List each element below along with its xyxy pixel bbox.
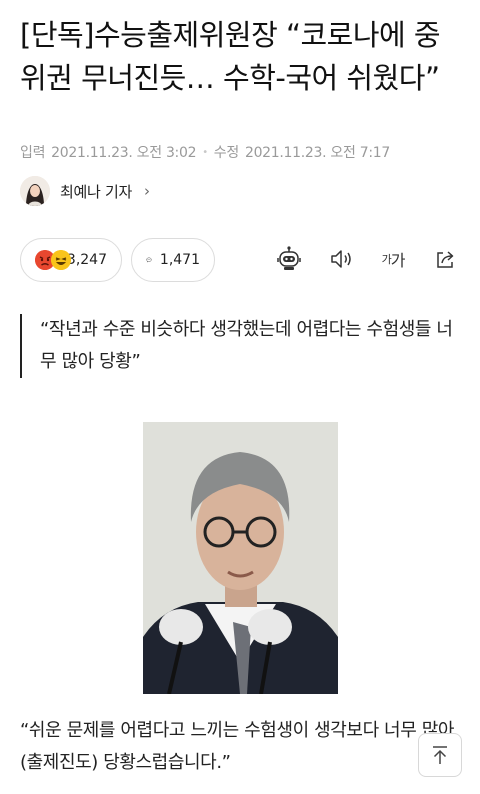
scroll-to-top-button[interactable] (418, 733, 462, 777)
reporter-avatar (20, 176, 50, 206)
chevron-right-icon: › (143, 182, 150, 200)
comment-icon (146, 257, 152, 263)
reporter-name: 최예나 기자 (60, 182, 132, 201)
font-size-large-label: 가 (390, 251, 406, 270)
listen-button[interactable] (326, 244, 356, 274)
reaction-button[interactable]: 3,247 (20, 238, 122, 282)
article-toolbar: 가가 (274, 244, 460, 274)
article-meta: 입력 2021.11.23. 오전 3:02 • 수정 2021.11.23. … (20, 142, 390, 162)
comment-count: 1,471 (159, 252, 200, 268)
article-photo (143, 422, 338, 694)
reaction-count: 3,247 (66, 252, 107, 268)
font-size-small-label: 가 (381, 253, 392, 266)
robot-icon (277, 246, 301, 270)
comment-button[interactable]: 1,471 (131, 238, 215, 282)
modified-date: 2021.11.23. 오전 7:17 (244, 145, 390, 161)
meta-separator: • (202, 146, 208, 158)
reaction-emojis (35, 249, 71, 271)
font-size-button[interactable]: 가가 (378, 244, 408, 274)
laugh-emoji-icon (51, 250, 71, 270)
modified-label: 수정 (213, 145, 239, 161)
share-icon (437, 251, 454, 268)
article-paragraph: “쉬운 문제를 어렵다고 느끼는 수험생이 생각보다 너무 많아 (출제진도) … (20, 720, 455, 773)
speaker-icon (331, 250, 351, 268)
share-button[interactable] (430, 244, 460, 274)
arrow-up-icon (433, 746, 447, 764)
summary-bot-button[interactable] (274, 244, 304, 274)
pull-quote: “작년과 수준 비슷하다 생각했는데 어렵다는 수험생들 너무 많아 당황” (20, 314, 460, 378)
reporter-link[interactable]: 최예나 기자 › (20, 176, 150, 206)
published-label: 입력 (20, 145, 46, 161)
article-title: [단독]수능출제위원장 “코로나에 중위권 무너진듯… 수학-국어 쉬웠다” (20, 18, 441, 95)
published-date: 2021.11.23. 오전 3:02 (51, 145, 197, 161)
